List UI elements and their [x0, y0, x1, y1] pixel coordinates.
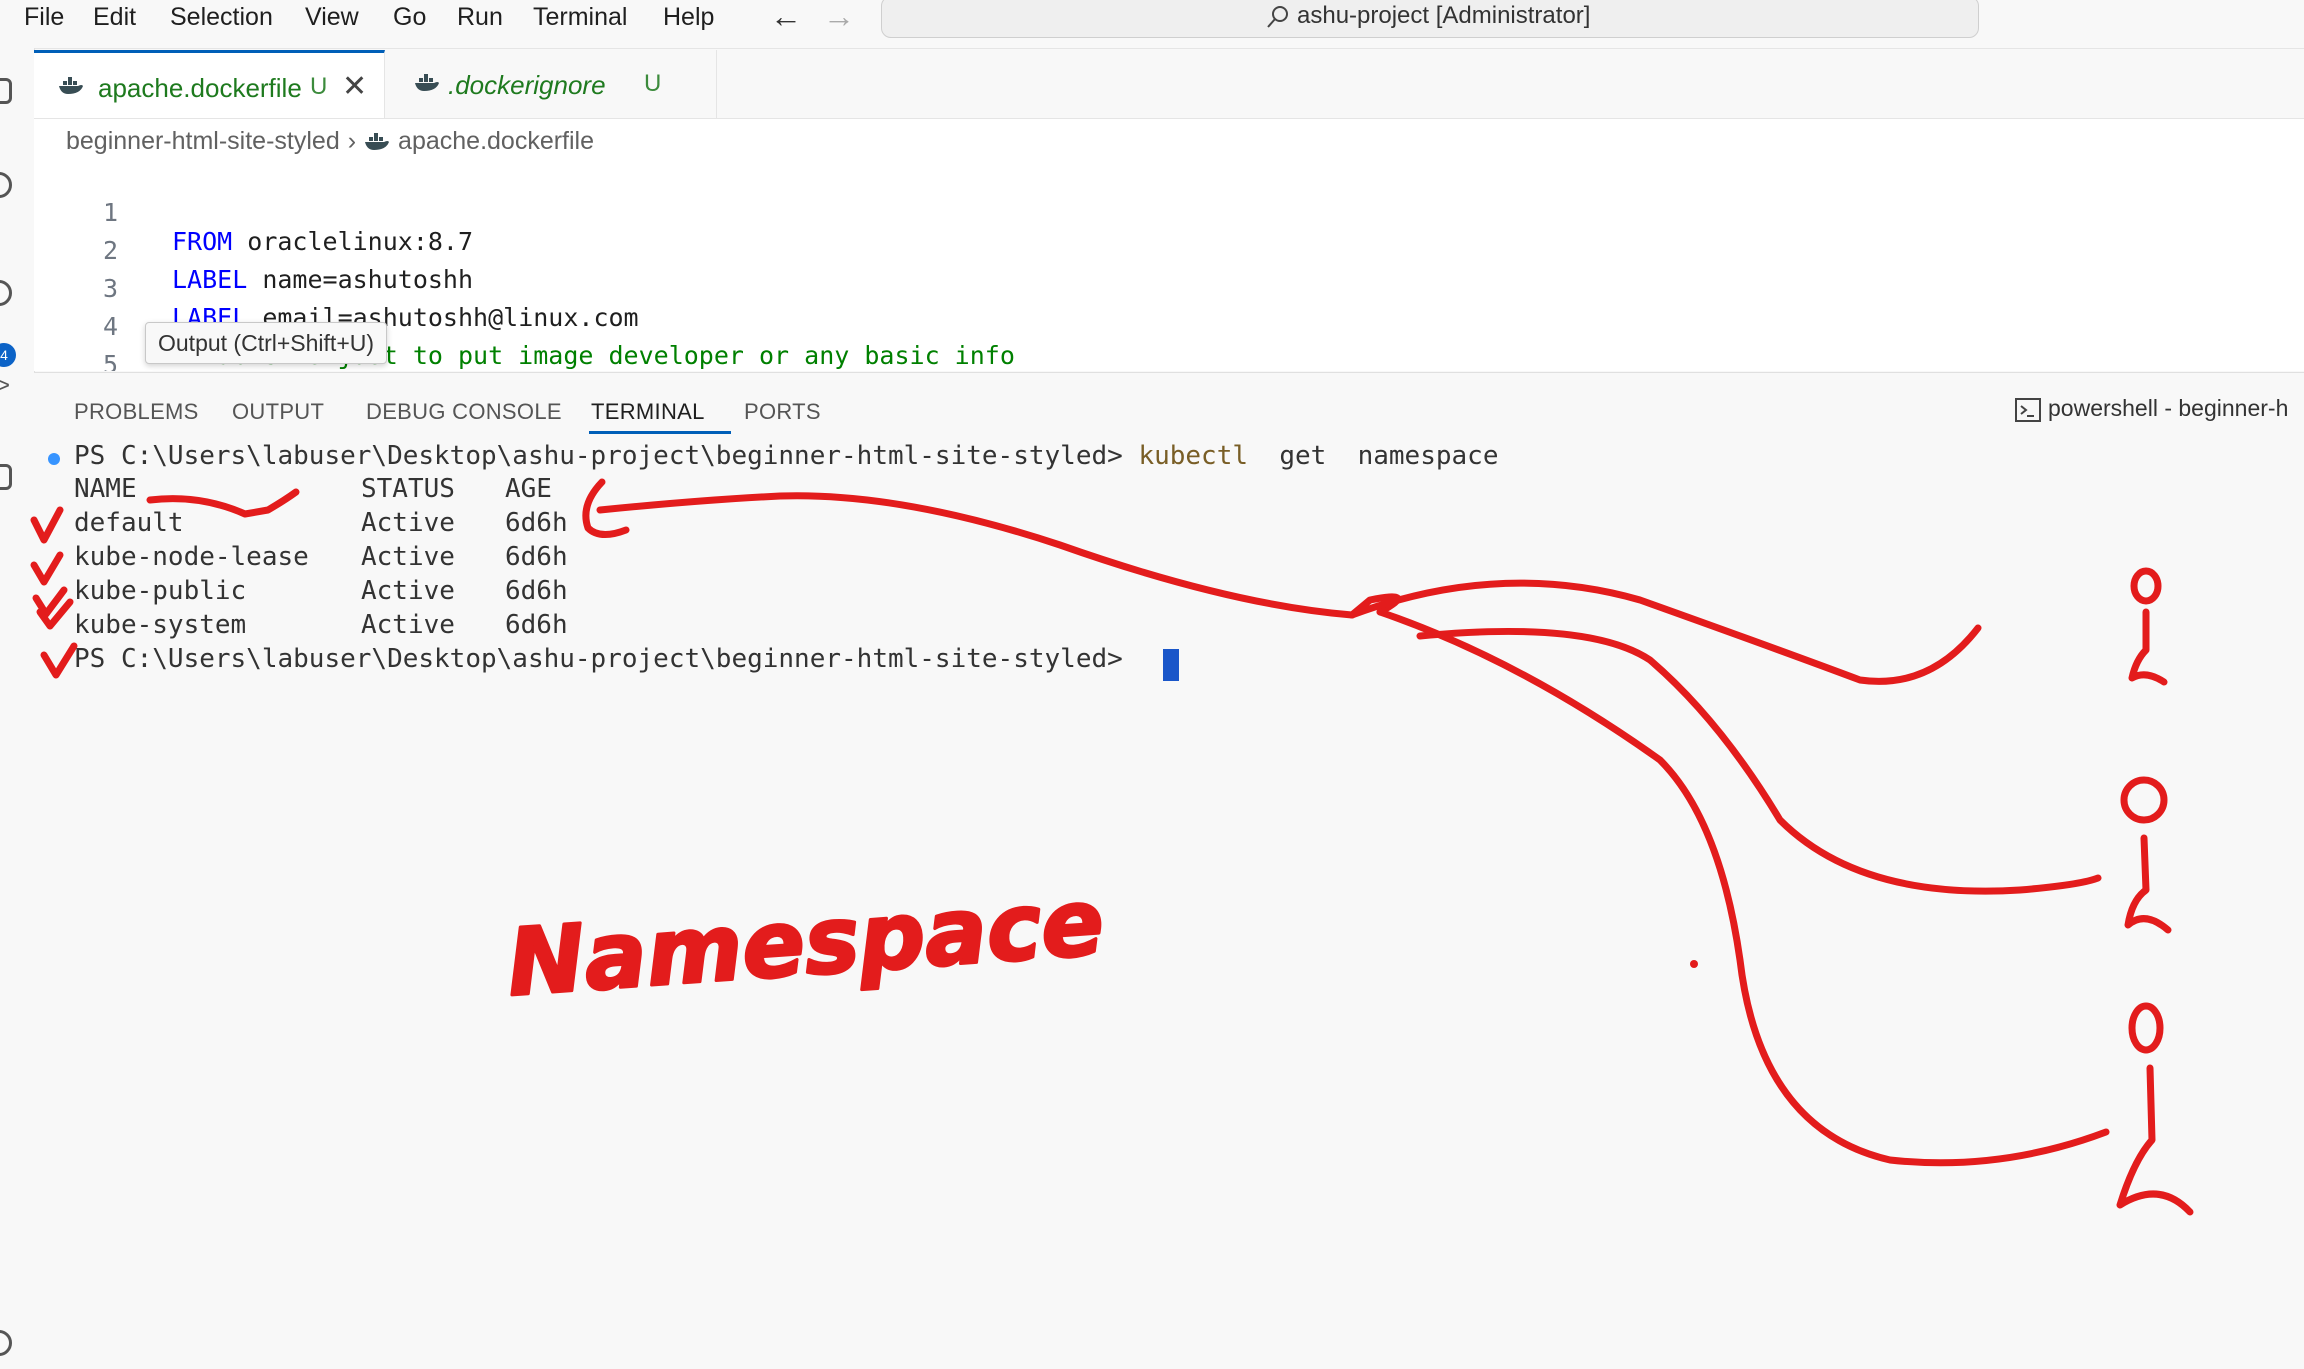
terminal-command-line: PS C:\Users\labuser\Desktop\ashu-project… [74, 441, 1498, 471]
tab-ports[interactable]: PORTS [744, 399, 821, 425]
command-center-label: ashu-project [Administrator] [1297, 2, 1591, 29]
docker-icon [415, 74, 439, 91]
terminal-cursor [1163, 649, 1179, 681]
command-args: get namespace [1248, 441, 1499, 471]
column-header-age: AGE [505, 474, 552, 504]
menu-bar: File Edit Selection View Go Run Terminal… [0, 0, 2304, 49]
tab-debug-console[interactable]: DEBUG CONSOLE [366, 399, 562, 425]
menu-run[interactable]: Run [457, 0, 503, 36]
explorer-icon[interactable] [0, 78, 12, 104]
namespace-name: kube-node-lease [74, 542, 309, 572]
menu-edit[interactable]: Edit [93, 0, 136, 36]
breadcrumb: beginner-html-site-styled › apache.dockerf… [66, 127, 594, 156]
menu-file[interactable]: File [24, 0, 64, 36]
keyword: LABEL [172, 265, 248, 294]
namespace-name: default [74, 508, 184, 538]
breadcrumb-folder[interactable]: beginner-html-site-styled [66, 127, 340, 155]
active-tab-indicator [589, 431, 731, 434]
namespace-age: 6d6h [505, 610, 568, 640]
command-status-icon [48, 453, 60, 465]
menu-help[interactable]: Help [663, 0, 714, 36]
bottom-panel: PROBLEMS OUTPUT DEBUG CONSOLE TERMINAL P… [34, 372, 2304, 1369]
menu-terminal[interactable]: Terminal [533, 0, 627, 36]
tab-label: .dockerignore [448, 70, 606, 100]
menu-go[interactable]: Go [393, 0, 426, 36]
close-icon[interactable]: ✕ [342, 69, 367, 104]
menu-selection[interactable]: Selection [170, 0, 273, 36]
tab-apache-dockerfile[interactable]: apache.dockerfile U ✕ [34, 50, 385, 118]
extensions-icon[interactable] [0, 464, 12, 490]
code-line[interactable]: 3 LABEL email=ashutoshh@linux.com [34, 245, 639, 332]
back-arrow-icon[interactable]: ← [770, 0, 802, 36]
search-activity-icon[interactable] [0, 172, 12, 198]
tab-dockerignore[interactable]: .dockerignore U [386, 50, 717, 118]
namespace-name: kube-system [74, 610, 247, 640]
tab-untracked-status: U [310, 73, 328, 100]
terminal-instance-selector[interactable]: powershell - beginner-h [2014, 395, 2288, 423]
namespace-status: Active [361, 576, 455, 606]
forward-arrow-icon[interactable]: → [823, 0, 855, 36]
namespace-age: 6d6h [505, 576, 568, 606]
menu-view[interactable]: View [305, 0, 359, 36]
namespace-status: Active [361, 508, 455, 538]
column-header-name: NAME [74, 474, 137, 504]
terminal-prompt: PS C:\Users\labuser\Desktop\ashu-project… [74, 644, 1123, 674]
source-control-badge: 4 [0, 343, 16, 367]
run-debug-icon[interactable]: > [0, 372, 12, 404]
keyword: FROM [172, 227, 233, 256]
tab-output[interactable]: OUTPUT [232, 399, 324, 425]
output-tooltip: Output (Ctrl+Shift+U) [145, 322, 388, 364]
code-line[interactable]: 2 LABEL name=ashutoshh [34, 207, 473, 294]
code-line[interactable]: 4 # lable is just to put image developer… [34, 283, 1015, 370]
chevron-right-icon: › [347, 127, 357, 155]
editor-tab-bar: apache.dockerfile U ✕ .dockerignore U [34, 50, 2304, 119]
namespace-age: 6d6h [505, 508, 568, 538]
source-control-icon[interactable] [0, 280, 12, 306]
tab-problems[interactable]: PROBLEMS [74, 399, 199, 425]
tab-label: apache.dockerfile [98, 73, 302, 103]
code-line[interactable]: 5 ord [34, 321, 118, 371]
namespace-status: Active [361, 542, 455, 572]
terminal-icon [2015, 397, 2041, 422]
tab-untracked-status: U [644, 70, 662, 97]
docker-icon [365, 133, 390, 151]
column-header-status: STATUS [361, 474, 455, 504]
terminal-instance-label: powershell - beginner-h [2048, 395, 2289, 421]
search-icon [1267, 5, 1288, 28]
docker-icon [59, 77, 83, 94]
tab-terminal[interactable]: TERMINAL [591, 399, 705, 425]
terminal-prompt: PS C:\Users\labuser\Desktop\ashu-project… [74, 441, 1123, 471]
namespace-status: Active [361, 610, 455, 640]
namespace-age: 6d6h [505, 542, 568, 572]
code-text: name=ashutoshh [247, 265, 474, 294]
command-center-search[interactable]: ashu-project [Administrator] [881, 0, 1979, 38]
line-number: 5 [102, 350, 118, 371]
namespace-name: kube-public [74, 576, 247, 606]
activity-bar: 4 > [0, 48, 35, 1368]
code-text: oraclelinux:8.7 [232, 227, 474, 256]
account-icon[interactable] [0, 1330, 12, 1356]
breadcrumb-file[interactable]: apache.dockerfile [398, 127, 594, 155]
code-line[interactable]: 1 FROM oraclelinux:8.7 [34, 169, 473, 256]
command-word: kubectl [1138, 441, 1249, 471]
